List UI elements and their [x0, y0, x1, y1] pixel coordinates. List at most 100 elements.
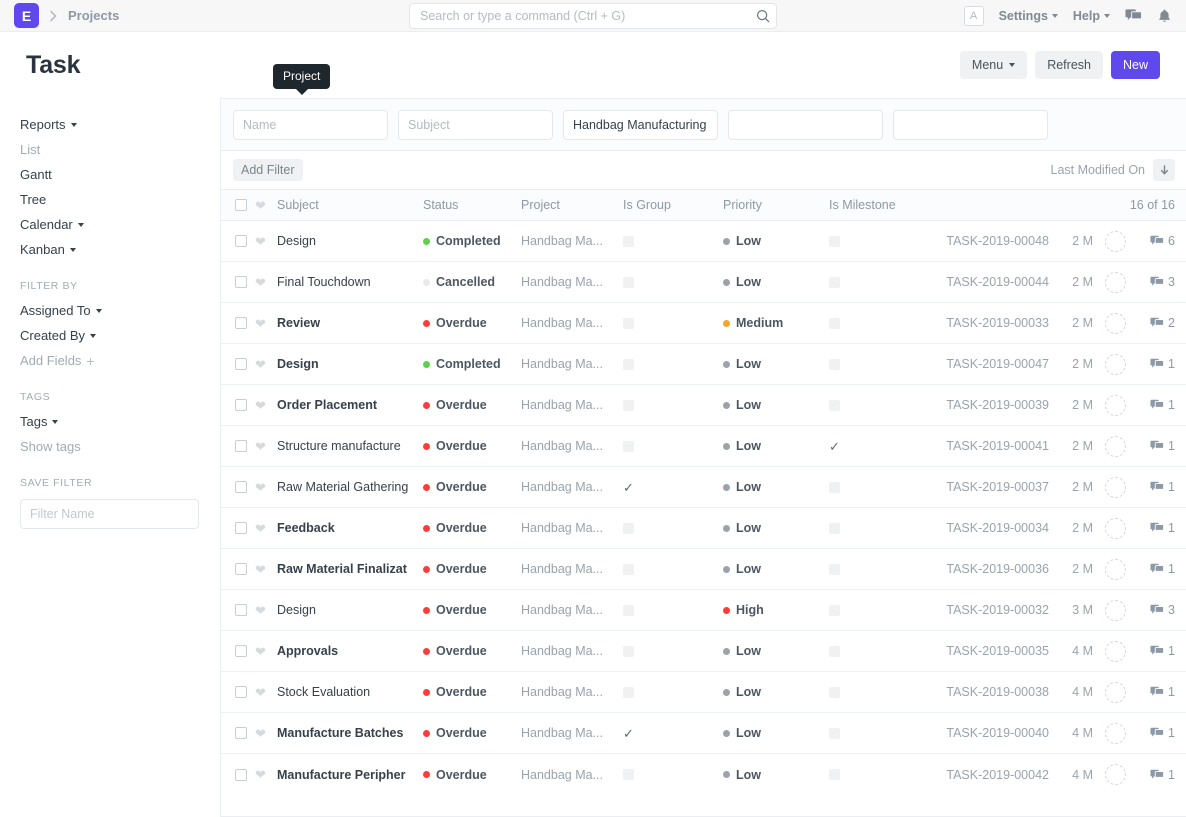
row-like-cell[interactable]: ❤ [255, 317, 277, 330]
row-checkbox[interactable] [235, 235, 247, 247]
row-like-cell[interactable]: ❤ [255, 727, 277, 740]
cell-assignee[interactable] [1093, 436, 1137, 457]
cell-project[interactable]: Handbag Ma... [521, 316, 623, 330]
subject-link[interactable]: Order Placement [277, 398, 377, 412]
sidebar-item-created-by[interactable]: Created By [20, 323, 200, 348]
cell-project[interactable]: Handbag Ma... [521, 521, 623, 535]
cell-subject[interactable]: Raw Material Gathering [277, 480, 423, 494]
heart-icon[interactable]: ❤ [255, 522, 266, 535]
heart-icon[interactable]: ❤ [255, 481, 266, 494]
sidebar-item-tree[interactable]: Tree [20, 187, 200, 212]
cell-project[interactable]: Handbag Ma... [521, 480, 623, 494]
subject-link[interactable]: Structure manufacture [277, 439, 401, 453]
add-filter-button[interactable]: Add Filter [233, 159, 303, 181]
cell-comments[interactable]: 1 [1137, 521, 1175, 535]
header-project[interactable]: Project [521, 198, 623, 212]
breadcrumb-projects[interactable]: Projects [68, 8, 119, 23]
row-checkbox[interactable] [235, 769, 247, 781]
cell-project[interactable]: Handbag Ma... [521, 685, 623, 699]
sidebar-item-calendar[interactable]: Calendar [20, 212, 200, 237]
cell-subject[interactable]: Manufacture Batches [277, 726, 423, 740]
cell-comments[interactable]: 1 [1137, 685, 1175, 699]
heart-icon[interactable]: ❤ [255, 399, 266, 412]
bell-icon[interactable] [1157, 8, 1172, 24]
sidebar-item-kanban[interactable]: Kanban [20, 237, 200, 262]
cell-subject[interactable]: Raw Material Finalizat [277, 562, 423, 576]
filter-input-field5[interactable] [893, 110, 1048, 140]
heart-icon[interactable]: ❤ [255, 276, 266, 289]
cell-project[interactable]: Handbag Ma... [521, 357, 623, 371]
sidebar-item-add-fields[interactable]: Add Fields + [20, 348, 200, 373]
table-row[interactable]: ❤ Raw Material Gathering Overdue Handbag… [221, 467, 1186, 508]
sidebar-item-gantt[interactable]: Gantt [20, 162, 200, 187]
subject-link[interactable]: Review [277, 316, 320, 330]
heart-icon[interactable]: ❤ [255, 686, 266, 699]
sort-selector[interactable]: Last Modified On [1051, 163, 1146, 177]
cell-project[interactable]: Handbag Ma... [521, 603, 623, 617]
subject-link[interactable]: Raw Material Gathering [277, 480, 408, 494]
cell-assignee[interactable] [1093, 518, 1137, 539]
subject-link[interactable]: Design [277, 603, 316, 617]
cell-assignee[interactable] [1093, 600, 1137, 621]
row-like-cell[interactable]: ❤ [255, 440, 277, 453]
cell-assignee[interactable] [1093, 395, 1137, 416]
cell-comments[interactable]: 1 [1137, 439, 1175, 453]
row-like-cell[interactable]: ❤ [255, 481, 277, 494]
row-like-cell[interactable]: ❤ [255, 645, 277, 658]
heart-icon[interactable]: ❤ [255, 440, 266, 453]
avatar[interactable]: A [964, 6, 984, 26]
filter-input-project[interactable] [563, 110, 718, 140]
refresh-button[interactable]: Refresh [1035, 51, 1103, 79]
row-checkbox[interactable] [235, 604, 247, 616]
header-priority[interactable]: Priority [723, 198, 829, 212]
cell-subject[interactable]: Design [277, 603, 423, 617]
assignee-avatar-placeholder[interactable] [1105, 477, 1126, 498]
row-checkbox[interactable] [235, 563, 247, 575]
row-checkbox[interactable] [235, 686, 247, 698]
assignee-avatar-placeholder[interactable] [1105, 395, 1126, 416]
cell-assignee[interactable] [1093, 723, 1137, 744]
cell-comments[interactable]: 1 [1137, 357, 1175, 371]
cell-assignee[interactable] [1093, 231, 1137, 252]
cell-subject[interactable]: Approvals [277, 644, 423, 658]
heart-icon[interactable]: ❤ [255, 235, 266, 248]
heart-icon[interactable]: ❤ [255, 317, 266, 330]
subject-link[interactable]: Feedback [277, 521, 335, 535]
cell-subject[interactable]: Structure manufacture [277, 439, 423, 453]
row-checkbox[interactable] [235, 727, 247, 739]
cell-comments[interactable]: 2 [1137, 316, 1175, 330]
cell-comments[interactable]: 1 [1137, 768, 1175, 782]
cell-subject[interactable]: Final Touchdown [277, 275, 423, 289]
cell-subject[interactable]: Review [277, 316, 423, 330]
cell-assignee[interactable] [1093, 682, 1137, 703]
cell-project[interactable]: Handbag Ma... [521, 398, 623, 412]
cell-subject[interactable]: Design [277, 357, 423, 371]
cell-project[interactable]: Handbag Ma... [521, 439, 623, 453]
sidebar-item-list[interactable]: List [20, 137, 200, 162]
table-row[interactable]: ❤ Order Placement Overdue Handbag Ma... … [221, 385, 1186, 426]
cell-comments[interactable]: 1 [1137, 562, 1175, 576]
table-row[interactable]: ❤ Stock Evaluation Overdue Handbag Ma...… [221, 672, 1186, 713]
assignee-avatar-placeholder[interactable] [1105, 313, 1126, 334]
row-like-cell[interactable]: ❤ [255, 563, 277, 576]
assignee-avatar-placeholder[interactable] [1105, 641, 1126, 662]
filter-input-field4[interactable] [728, 110, 883, 140]
row-like-cell[interactable]: ❤ [255, 235, 277, 248]
cell-project[interactable]: Handbag Ma... [521, 234, 623, 248]
row-checkbox[interactable] [235, 358, 247, 370]
cell-subject[interactable]: Manufacture Peripher [277, 768, 423, 782]
assignee-avatar-placeholder[interactable] [1105, 559, 1126, 580]
cell-comments[interactable]: 1 [1137, 480, 1175, 494]
subject-link[interactable]: Design [277, 357, 319, 371]
row-like-cell[interactable]: ❤ [255, 686, 277, 699]
search-icon[interactable] [756, 9, 770, 23]
row-checkbox[interactable] [235, 481, 247, 493]
cell-comments[interactable]: 6 [1137, 234, 1175, 248]
row-like-cell[interactable]: ❤ [255, 768, 277, 781]
table-row[interactable]: ❤ Review Overdue Handbag Ma... Medium TA… [221, 303, 1186, 344]
cell-project[interactable]: Handbag Ma... [521, 562, 623, 576]
heart-icon[interactable]: ❤ [255, 563, 266, 576]
sidebar-item-tags[interactable]: Tags [20, 409, 200, 434]
assignee-avatar-placeholder[interactable] [1105, 723, 1126, 744]
table-row[interactable]: ❤ Manufacture Peripher Overdue Handbag M… [221, 754, 1186, 795]
